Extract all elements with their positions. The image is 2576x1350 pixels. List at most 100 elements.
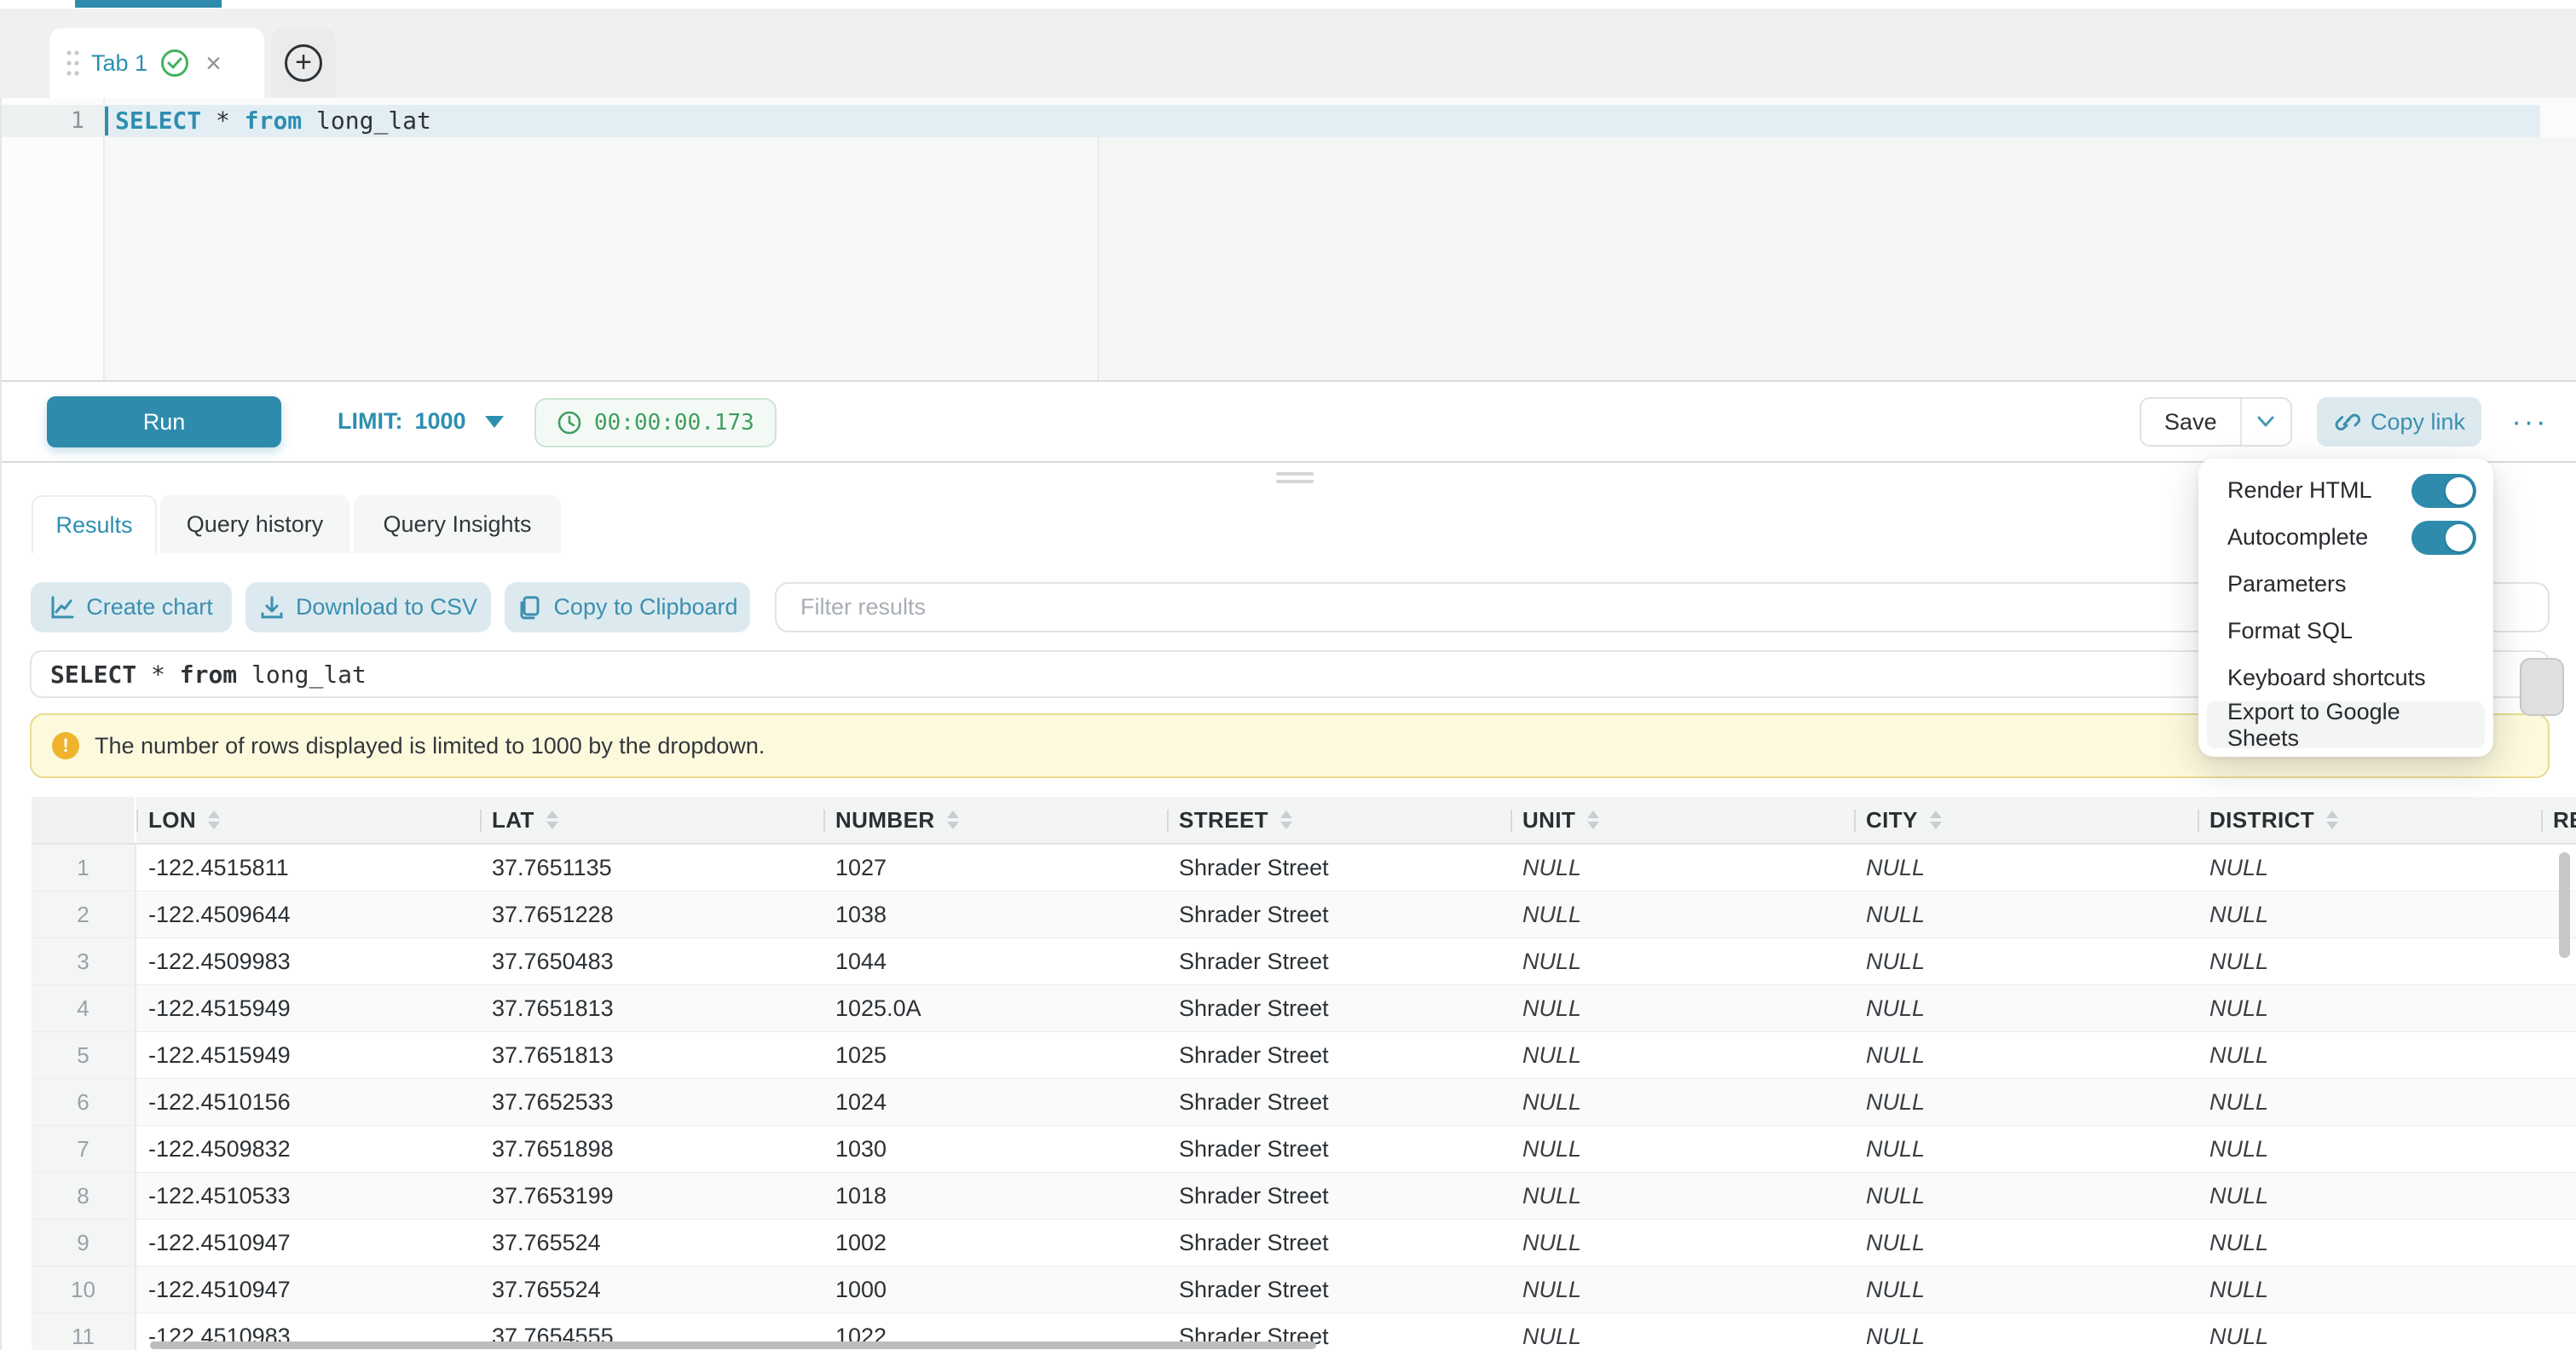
save-options-button[interactable] [2240,399,2290,445]
more-options-button[interactable]: ··· [2506,397,2554,447]
table-cell[interactable]: 1024 [823,1079,1167,1125]
table-cell[interactable]: NULL [2198,845,2541,891]
table-cell[interactable]: NULL [1510,1032,1854,1078]
table-cell[interactable]: NULL [1854,1079,2198,1125]
table-cell[interactable]: -122.4509644 [136,891,480,938]
sort-icon[interactable] [1930,811,1942,829]
row-number[interactable]: 1 [32,845,136,891]
row-number[interactable]: 8 [32,1173,136,1219]
table-cell[interactable]: Shrader Street [1167,1032,1510,1078]
table-cell[interactable]: NULL [1510,1266,1854,1312]
table-cell[interactable] [2541,1173,2576,1219]
row-number[interactable]: 2 [32,891,136,938]
menu-item-render-html[interactable]: Render HTML [2198,467,2493,514]
table-cell[interactable]: 37.765524 [480,1266,823,1312]
tab-query-history[interactable]: Query history [160,495,349,553]
copy-link-button[interactable]: Copy link [2317,397,2481,447]
table-cell[interactable]: 37.7651228 [480,891,823,938]
table-cell[interactable]: Shrader Street [1167,891,1510,938]
table-cell[interactable]: 1002 [823,1220,1167,1266]
table-cell[interactable]: 1044 [823,938,1167,984]
table-cell[interactable]: 37.7653199 [480,1173,823,1219]
table-cell[interactable]: Shrader Street [1167,845,1510,891]
table-cell[interactable]: NULL [1510,1173,1854,1219]
table-cell[interactable]: 1030 [823,1126,1167,1172]
table-cell[interactable] [2541,1032,2576,1078]
table-cell[interactable]: NULL [1854,985,2198,1031]
table-cell[interactable]: -122.4509983 [136,938,480,984]
download-to-csv-button[interactable]: Download to CSV [245,582,491,632]
row-number[interactable]: 4 [32,985,136,1031]
table-cell[interactable]: Shrader Street [1167,985,1510,1031]
menu-item-parameters[interactable]: Parameters [2198,561,2493,608]
table-cell[interactable]: -122.4515949 [136,985,480,1031]
table-cell[interactable]: NULL [1510,845,1854,891]
table-cell[interactable]: NULL [1854,1313,2198,1350]
table-cell[interactable]: 1025.0A [823,985,1167,1031]
row-number[interactable]: 7 [32,1126,136,1172]
editor-active-line[interactable]: SELECT * from long_lat [105,105,2540,137]
column-header-street[interactable]: STREET [1167,797,1510,843]
table-cell[interactable]: NULL [1510,1313,1854,1350]
table-cell[interactable]: Shrader Street [1167,938,1510,984]
column-header-unit[interactable]: UNIT [1510,797,1854,843]
column-header-lon[interactable]: LON [136,797,480,843]
close-tab-icon[interactable]: × [205,49,222,77]
table-cell[interactable]: NULL [1510,891,1854,938]
menu-item-autocomplete[interactable]: Autocomplete [2198,514,2493,561]
row-number[interactable]: 6 [32,1079,136,1125]
menu-item-export-to-google-sheets[interactable]: Export to Google Sheets [2207,701,2485,748]
table-cell[interactable]: NULL [1854,891,2198,938]
table-cell[interactable]: NULL [2198,1173,2541,1219]
table-cell[interactable] [2541,1220,2576,1266]
sort-icon[interactable] [2326,811,2338,829]
menu-item-keyboard-shortcuts[interactable]: Keyboard shortcuts [2198,655,2493,701]
sort-icon[interactable] [1587,811,1599,829]
table-cell[interactable] [2541,1079,2576,1125]
table-cell[interactable]: NULL [1854,1032,2198,1078]
run-button[interactable]: Run [47,396,281,447]
row-number[interactable]: 3 [32,938,136,984]
menu-item-format-sql[interactable]: Format SQL [2198,608,2493,655]
table-cell[interactable]: NULL [2198,985,2541,1031]
row-number[interactable]: 10 [32,1266,136,1312]
table-cell[interactable]: NULL [1510,985,1854,1031]
toggle-switch-on[interactable] [2411,521,2476,555]
table-cell[interactable]: 37.7650483 [480,938,823,984]
column-header-lat[interactable]: LAT [480,797,823,843]
table-cell[interactable]: NULL [1854,1126,2198,1172]
table-cell[interactable]: NULL [1854,1220,2198,1266]
sql-editor[interactable]: 1 SELECT * from long_lat [0,98,2576,382]
table-cell[interactable]: NULL [2198,1313,2541,1350]
horizontal-scrollbar-thumb[interactable] [150,1341,1316,1349]
row-number[interactable]: 11 [32,1313,136,1350]
vertical-scrollbar-thumb[interactable] [2559,852,2570,958]
table-cell[interactable]: 1025 [823,1032,1167,1078]
table-cell[interactable]: NULL [2198,1266,2541,1312]
column-header-city[interactable]: CITY [1854,797,2198,843]
table-cell[interactable]: -122.4510156 [136,1079,480,1125]
limit-dropdown[interactable]: LIMIT: 1000 [338,382,504,461]
table-cell[interactable]: NULL [1854,845,2198,891]
editor-body[interactable] [105,137,1095,380]
table-cell[interactable]: 37.7651813 [480,1032,823,1078]
table-cell[interactable]: 37.765524 [480,1220,823,1266]
table-cell[interactable]: Shrader Street [1167,1079,1510,1125]
table-cell[interactable]: NULL [2198,938,2541,984]
table-cell[interactable]: NULL [1854,1173,2198,1219]
table-cell[interactable]: NULL [1510,938,1854,984]
save-button[interactable]: Save [2141,399,2240,445]
table-cell[interactable]: Shrader Street [1167,1126,1510,1172]
table-cell[interactable]: NULL [2198,1032,2541,1078]
table-cell[interactable]: 1027 [823,845,1167,891]
table-cell[interactable]: Shrader Street [1167,1173,1510,1219]
pane-resize-handle[interactable] [1276,472,1314,488]
table-cell[interactable]: Shrader Street [1167,1266,1510,1312]
expand-button[interactable] [2520,658,2564,716]
table-cell[interactable]: -122.4510533 [136,1173,480,1219]
table-cell[interactable]: -122.4515811 [136,845,480,891]
sort-icon[interactable] [546,811,558,829]
table-cell[interactable]: NULL [2198,1220,2541,1266]
table-cell[interactable]: -122.4510947 [136,1266,480,1312]
table-cell[interactable]: 37.7651135 [480,845,823,891]
